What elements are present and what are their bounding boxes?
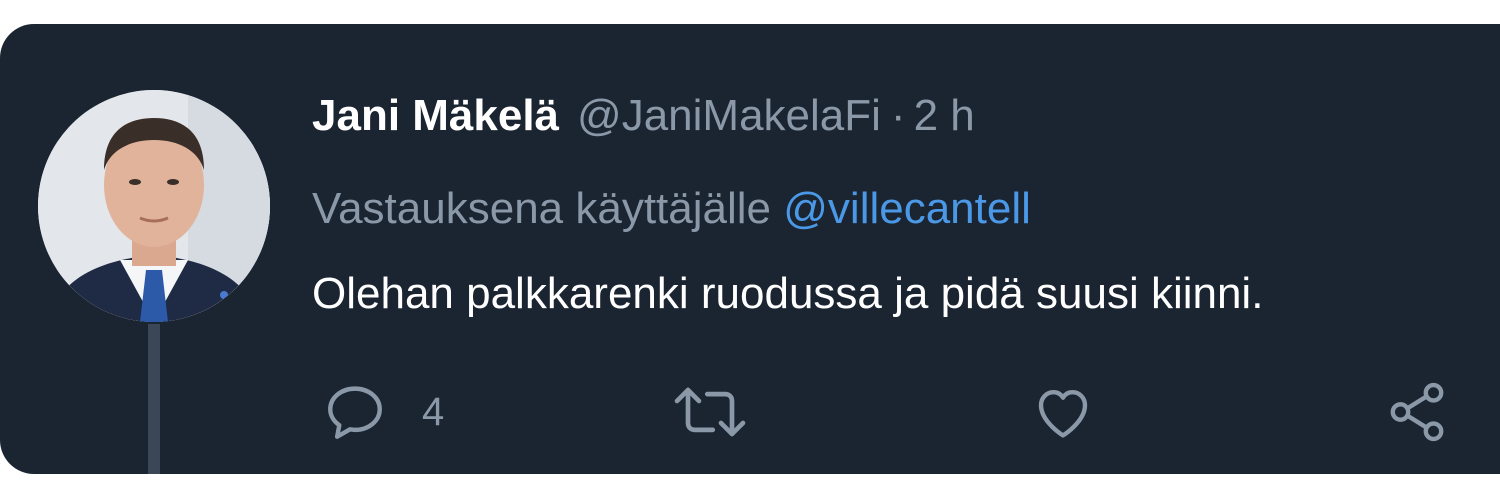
reply-context: Vastauksena käyttäjälle @villecantell bbox=[312, 184, 1031, 234]
avatar-photo bbox=[38, 90, 270, 322]
tweet-timestamp[interactable]: 2 h bbox=[914, 91, 975, 141]
heart-icon bbox=[1038, 390, 1088, 438]
retweet-icon bbox=[674, 387, 746, 437]
thread-line bbox=[148, 324, 160, 474]
retweet-button[interactable] bbox=[668, 379, 752, 445]
like-button[interactable] bbox=[1030, 379, 1096, 445]
reply-button[interactable]: 4 bbox=[322, 379, 444, 445]
tweet-text: Olehan palkkarenki ruodussa ja pidä suus… bbox=[312, 269, 1264, 318]
tweet-header: Jani Mäkelä @JaniMakelaFi · 2 h bbox=[312, 84, 975, 148]
separator-dot: · bbox=[890, 91, 906, 140]
reply-bubble-icon bbox=[328, 386, 382, 439]
share-button[interactable] bbox=[1384, 379, 1450, 445]
author-handle[interactable]: @JaniMakelaFi bbox=[577, 91, 881, 141]
author-display-name[interactable]: Jani Mäkelä bbox=[312, 91, 559, 141]
reply-prefix: Vastauksena käyttäjälle bbox=[312, 184, 772, 233]
tweet-card[interactable]: Jani Mäkelä @JaniMakelaFi · 2 h Vastauks… bbox=[0, 24, 1500, 474]
reply-count: 4 bbox=[422, 389, 445, 434]
reply-to-mention[interactable]: @villecantell bbox=[783, 184, 1031, 233]
avatar[interactable] bbox=[38, 90, 270, 322]
share-icon bbox=[1390, 382, 1444, 442]
